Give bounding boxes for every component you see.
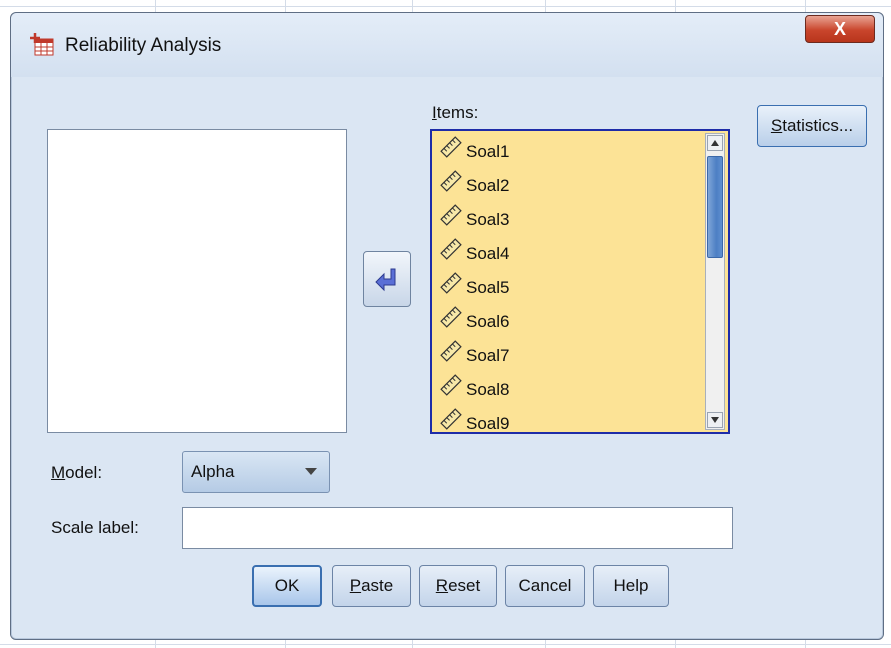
scale-variable-icon: [440, 271, 462, 306]
grid-line: [0, 6, 891, 7]
move-variable-button[interactable]: [363, 251, 411, 307]
items-list[interactable]: Soal1 Soal2 Soal3 Soal4 Soal5 Soal6 Soal7 Soal8…: [430, 129, 730, 434]
model-label-text: odel:: [65, 463, 103, 482]
list-item[interactable]: Soal4: [432, 237, 509, 271]
ok-button[interactable]: OK: [252, 565, 322, 607]
close-button[interactable]: X: [805, 15, 875, 43]
list-item-label: Soal5: [466, 278, 510, 297]
list-item-label: Soal2: [466, 176, 510, 195]
list-item-label: Soal4: [466, 244, 510, 263]
model-dropdown[interactable]: Alpha: [182, 451, 330, 493]
scroll-down-button[interactable]: [707, 412, 723, 428]
list-item-label: Soal6: [466, 312, 510, 331]
reset-button[interactable]: Reset: [419, 565, 497, 607]
list-item-label: Soal9: [466, 414, 510, 433]
scale-label-caption: Scale label:: [51, 518, 139, 537]
statistics-mnemonic: S: [770, 116, 783, 135]
list-item[interactable]: Soal1: [432, 135, 509, 169]
list-item[interactable]: Soal3: [432, 203, 509, 237]
window-title: Reliability Analysis: [65, 35, 222, 56]
items-label-text: tems:: [436, 103, 479, 122]
list-item[interactable]: Soal9: [432, 407, 510, 433]
list-item-label: Soal8: [466, 380, 510, 399]
help-button[interactable]: Help: [593, 565, 669, 607]
reliability-analysis-dialog: Reliability Analysis X Items: Soal1 Soal2…: [10, 12, 884, 640]
paste-label: aste: [361, 576, 394, 595]
arrow-left-icon: [375, 268, 396, 292]
scale-variable-icon: [440, 203, 462, 238]
available-variables-list[interactable]: [47, 129, 347, 433]
list-item[interactable]: Soal5: [432, 271, 509, 305]
paste-button[interactable]: Paste: [332, 565, 411, 607]
scale-label-input[interactable]: [182, 507, 733, 549]
title-bar[interactable]: Reliability Analysis X: [11, 13, 883, 77]
list-item-label: Soal3: [466, 210, 510, 229]
reset-label: eset: [448, 576, 481, 595]
dialog-body: Items: Soal1 Soal2 Soal3 Soal4 Soal5 Soal6 Soa…: [19, 77, 875, 627]
chevron-down-icon: [305, 468, 317, 475]
model-selected-value: Alpha: [191, 462, 235, 481]
cancel-button[interactable]: Cancel: [505, 565, 585, 607]
scale-variable-icon: [440, 135, 462, 170]
scroll-up-arrow-icon: [711, 140, 719, 146]
spss-scale-icon: [30, 33, 54, 56]
items-label: Items:: [432, 103, 478, 123]
scale-variable-icon: [440, 373, 462, 408]
grid-line: [0, 644, 891, 645]
scale-variable-icon: [440, 339, 462, 374]
reset-mnemonic: R: [435, 576, 449, 595]
list-item[interactable]: Soal7: [432, 339, 509, 373]
statistics-button[interactable]: Statistics...: [757, 105, 867, 147]
scroll-thumb[interactable]: [707, 156, 723, 258]
items-scrollbar[interactable]: [705, 133, 725, 430]
scale-variable-icon: [440, 237, 462, 272]
model-label-mnemonic: M: [51, 463, 66, 482]
scale-variable-icon: [440, 305, 462, 340]
scale-variable-icon: [440, 407, 462, 432]
paste-mnemonic: P: [349, 576, 362, 595]
scroll-down-arrow-icon: [711, 417, 719, 423]
list-item-label: Soal1: [466, 142, 510, 161]
items-ul: Soal1 Soal2 Soal3 Soal4 Soal5 Soal6 Soal7 Soal8…: [432, 135, 510, 433]
statistics-label: tatistics...: [782, 116, 854, 135]
scroll-up-button[interactable]: [707, 135, 723, 151]
list-item[interactable]: Soal8: [432, 373, 509, 407]
scale-variable-icon: [440, 169, 462, 204]
list-item[interactable]: Soal6: [432, 305, 509, 339]
list-item-label: Soal7: [466, 346, 510, 365]
model-label: Model:: [51, 463, 102, 483]
list-item[interactable]: Soal2: [432, 169, 509, 203]
